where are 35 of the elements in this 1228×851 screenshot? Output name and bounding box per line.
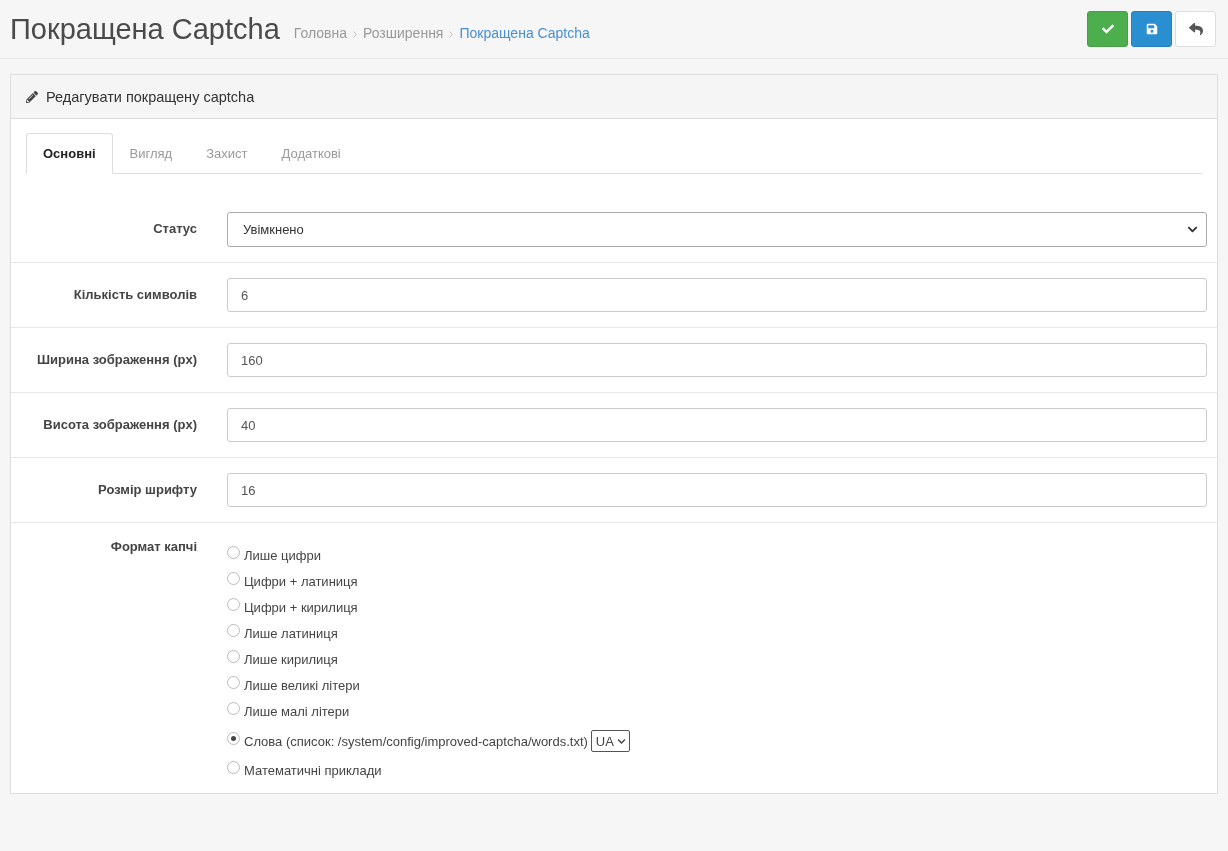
language-select[interactable]: UA	[590, 730, 630, 752]
back-button[interactable]	[1175, 11, 1216, 47]
radio-label: Лише цифри	[244, 548, 321, 563]
field-label: Розмір шрифту	[97, 480, 198, 499]
input-field[interactable]: 16	[227, 473, 1207, 507]
radio-label: Лише малі літери	[244, 704, 350, 719]
field-label: Статус	[152, 220, 198, 239]
field-label: Ширина зображення (px)	[36, 350, 198, 369]
input-field[interactable]: 160	[227, 343, 1207, 377]
chevron-right-icon	[353, 30, 357, 38]
save-icon	[1145, 23, 1158, 35]
radio-label: Математичні приклади	[244, 763, 382, 778]
pencil-icon	[26, 90, 38, 103]
chevron-right-icon	[449, 30, 454, 38]
field-label: Кількість символів	[72, 285, 198, 304]
field-label: Висота зображення (px)	[42, 415, 198, 434]
radio-label: Лише латиниця	[244, 626, 338, 641]
page-title: Покращена Captcha	[10, 12, 280, 46]
input-field[interactable]: 6	[227, 278, 1207, 312]
panel-title: Редагувати покращену captcha	[46, 88, 255, 105]
radio-label: Цифри + кирилиця	[244, 600, 358, 615]
radio-label: Слова (список: /system/config/improved-captcha/words.txt)	[244, 733, 588, 749]
confirm-button[interactable]	[1087, 11, 1128, 47]
status-select[interactable]: Увімкнено	[227, 212, 1207, 247]
chevron-down-icon	[616, 736, 626, 746]
tab[interactable]: Основні	[26, 133, 113, 174]
radio-label: Цифри + латиниця	[244, 574, 358, 589]
chevron-down-icon	[1187, 224, 1198, 235]
check-icon	[1101, 23, 1114, 35]
save-button[interactable]	[1131, 11, 1172, 47]
reply-arrow-icon	[1188, 22, 1203, 36]
radio-label: Лише великі літери	[244, 678, 360, 693]
input-field[interactable]: 40	[227, 408, 1207, 442]
field-label: Формат капчі	[109, 538, 198, 556]
radio-label: Лише кирилиця	[244, 652, 338, 667]
